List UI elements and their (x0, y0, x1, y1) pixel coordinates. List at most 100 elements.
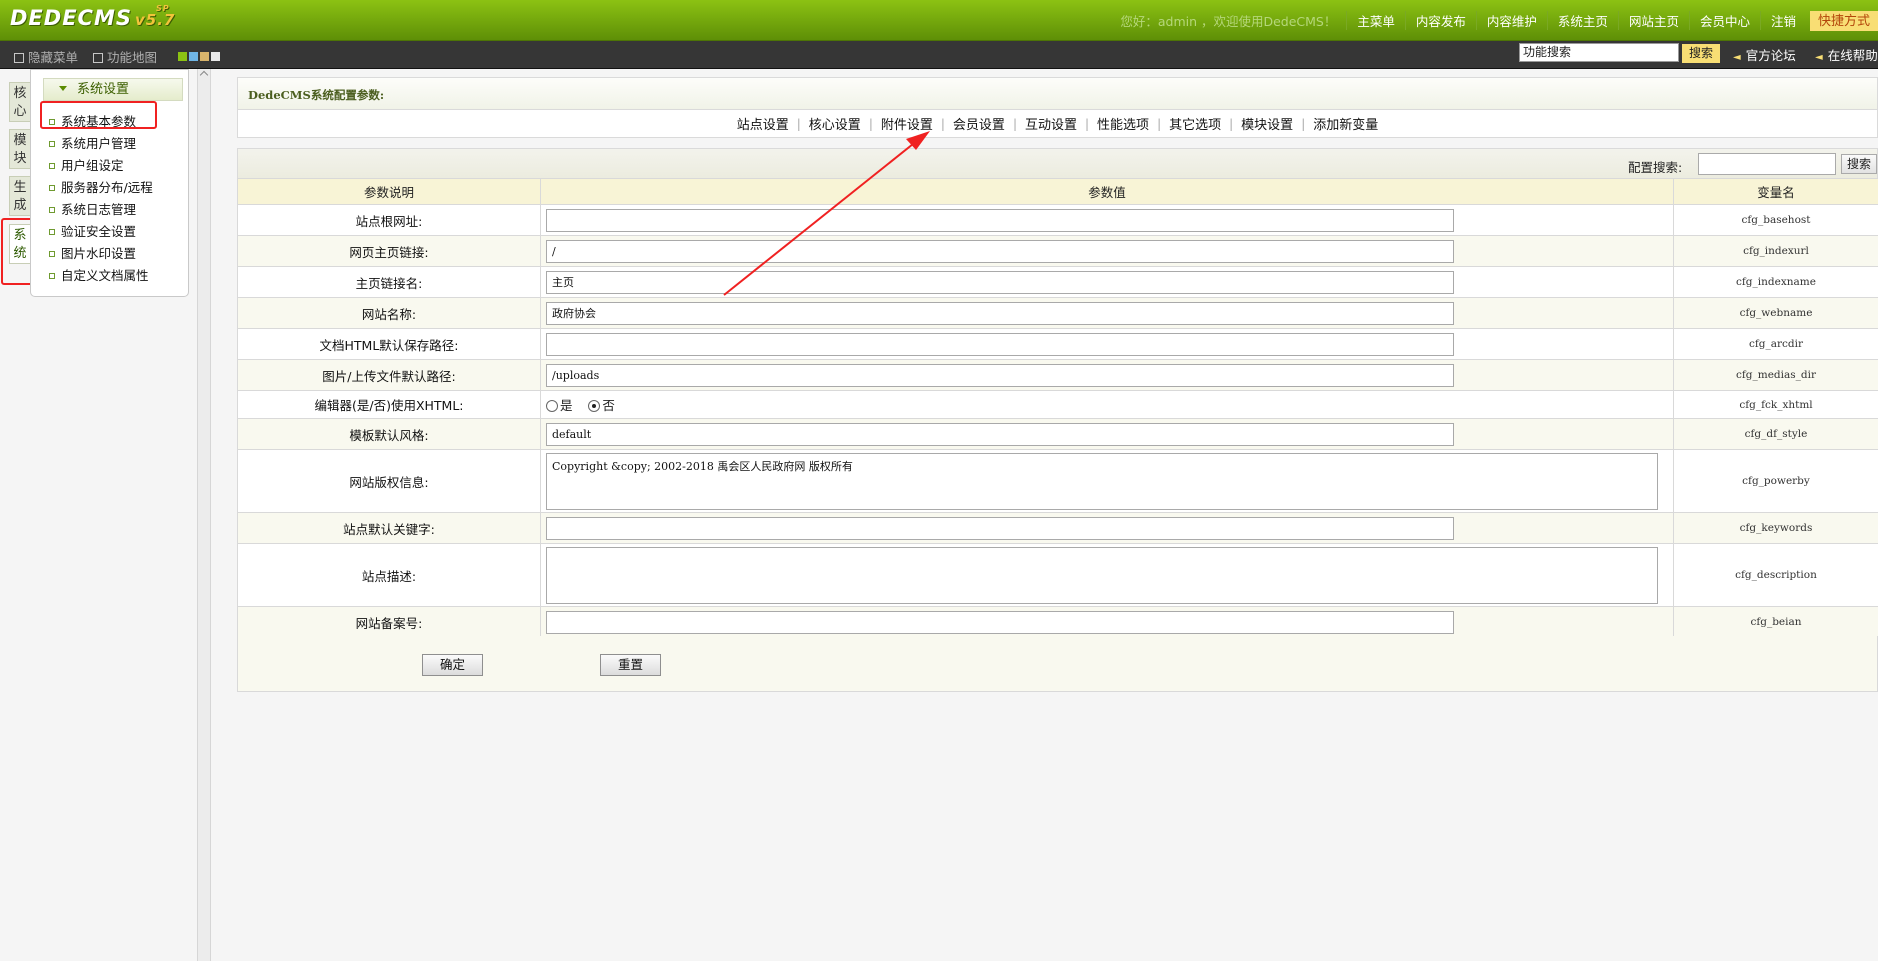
table-row: 站点根网址: cfg_basehost (237, 204, 1878, 236)
param-input[interactable]: default (546, 422, 1454, 446)
column-header: 参数说明 (237, 178, 541, 205)
forum-link[interactable]: ◄ 官方论坛 (1733, 45, 1796, 64)
param-value-cell: Copyright &copy; 2002-2018 禹会区人民政府网 版权所有 (540, 449, 1674, 513)
param-label: 站点根网址: (237, 204, 541, 236)
param-label: 网页主页链接: (237, 235, 541, 267)
config-search-input[interactable] (1698, 153, 1836, 175)
table-row: 站点默认关键字: cfg_keywords (237, 512, 1878, 544)
panel-icon (14, 53, 24, 63)
param-value-cell: default (540, 418, 1674, 450)
menu-item[interactable]: 服务器分布/远程 (49, 177, 153, 196)
tab-add-variable[interactable]: 添加新变量 (1305, 114, 1386, 133)
bullet-icon (49, 229, 55, 235)
bullet-icon (49, 141, 55, 147)
scroll-up-icon (199, 70, 209, 80)
nav-publish[interactable]: 内容发布 (1404, 11, 1476, 30)
param-value-cell (540, 512, 1674, 544)
bullet-icon (49, 163, 55, 169)
skin-blue-swatch[interactable] (189, 52, 198, 61)
column-header: 参数值 (540, 178, 1674, 205)
param-input[interactable] (546, 208, 1454, 232)
annotation-box (40, 101, 157, 129)
function-map-button[interactable]: 功能地图 (93, 47, 157, 66)
param-input[interactable] (546, 610, 1454, 634)
menu-title: 系统设置 (77, 82, 130, 97)
nav-main-menu[interactable]: 主菜单 (1346, 11, 1405, 30)
param-textarea[interactable] (546, 546, 1658, 604)
config-table: 参数说明 参数值 变量名 站点根网址: cfg_basehost 网页主页链接:… (237, 178, 1878, 638)
param-input[interactable]: /uploads (546, 363, 1454, 387)
table-row: 网站名称: 政府协会 cfg_webname (237, 297, 1878, 329)
help-link[interactable]: ◄ 在线帮助 (1815, 45, 1878, 64)
param-input[interactable] (546, 332, 1454, 356)
param-input[interactable]: / (546, 239, 1454, 263)
function-search-input[interactable]: 功能搜索 (1519, 43, 1679, 62)
param-label: 主页链接名: (237, 266, 541, 298)
param-var: cfg_arcdir (1673, 328, 1878, 360)
menu-header[interactable]: 系统设置 (43, 78, 183, 101)
param-var: cfg_df_style (1673, 418, 1878, 450)
reset-button[interactable]: 重置 (600, 654, 661, 676)
menu-item[interactable]: 验证安全设置 (49, 221, 136, 240)
tab-other[interactable]: 其它选项 (1161, 114, 1229, 133)
table-row: 文档HTML默认保存路径: cfg_arcdir (237, 328, 1878, 360)
param-var: cfg_medias_dir (1673, 359, 1878, 391)
nav-member-center[interactable]: 会员中心 (1688, 11, 1760, 30)
forum-label: 官方论坛 (1745, 48, 1796, 63)
top-header: DEDECMS v5.7 SP 您好：admin ，欢迎使用DedeCMS！ 主菜单… (0, 0, 1878, 41)
param-label: 模板默认风格: (237, 418, 541, 450)
menu-item[interactable]: 系统日志管理 (49, 199, 136, 218)
tab-core[interactable]: 核心设置 (801, 114, 869, 133)
tab-member[interactable]: 会员设置 (945, 114, 1013, 133)
tab-site[interactable]: 站点设置 (729, 114, 797, 133)
nav-system-home[interactable]: 系统主页 (1546, 11, 1618, 30)
param-var: cfg_basehost (1673, 204, 1878, 236)
radio-yes[interactable] (546, 400, 558, 412)
table-row: 站点描述: cfg_description (237, 543, 1878, 607)
nav-logout[interactable]: 注销 (1759, 11, 1806, 30)
hide-menu-button[interactable]: 隐藏菜单 (14, 47, 78, 66)
tab-attachment[interactable]: 附件设置 (873, 114, 941, 133)
skin-tan-swatch[interactable] (200, 52, 209, 61)
hide-menu-label: 隐藏菜单 (28, 50, 79, 65)
vtab-module[interactable]: 模块 (9, 129, 31, 169)
confirm-button[interactable]: 确定 (422, 654, 483, 676)
param-value-cell: /uploads (540, 359, 1674, 391)
param-value-cell: 主页 (540, 266, 1674, 298)
table-row: 网页主页链接: / cfg_indexurl (237, 235, 1878, 267)
function-map-label: 功能地图 (107, 50, 158, 65)
param-textarea[interactable]: Copyright &copy; 2002-2018 禹会区人民政府网 版权所有 (546, 452, 1658, 510)
tab-module[interactable]: 模块设置 (1233, 114, 1301, 133)
menu-item[interactable]: 系统用户管理 (49, 133, 136, 152)
config-search-button[interactable]: 搜索 (1841, 154, 1877, 174)
tab-interaction[interactable]: 互动设置 (1017, 114, 1085, 133)
param-value-cell (540, 328, 1674, 360)
nav-site-home[interactable]: 网站主页 (1617, 11, 1689, 30)
menu-item[interactable]: 自定义文档属性 (49, 265, 149, 284)
param-label: 编辑器(是/否)使用XHTML: (237, 390, 541, 419)
tab-performance[interactable]: 性能选项 (1089, 114, 1157, 133)
vtab-core[interactable]: 核心 (9, 82, 31, 122)
menu-scrollbar[interactable] (197, 69, 211, 961)
table-row: 网站版权信息: Copyright &copy; 2002-2018 禹会区人民… (237, 449, 1878, 513)
vtab-generate[interactable]: 生成 (9, 176, 31, 216)
menu-item[interactable]: 用户组设定 (49, 155, 124, 174)
param-label: 图片/上传文件默认路径: (237, 359, 541, 391)
param-input[interactable] (546, 516, 1454, 540)
menu-item[interactable]: 图片水印设置 (49, 243, 136, 262)
welcome-text: 您好：admin ，欢迎使用DedeCMS！ (1120, 14, 1337, 29)
param-var: cfg_indexname (1673, 266, 1878, 298)
table-row: 主页链接名: 主页 cfg_indexname (237, 266, 1878, 298)
config-search-label: 配置搜索: (1628, 160, 1683, 175)
bullet-icon (49, 185, 55, 191)
nav-maintain[interactable]: 内容维护 (1475, 11, 1547, 30)
param-input[interactable]: 主页 (546, 270, 1454, 294)
param-input[interactable]: 政府协会 (546, 301, 1454, 325)
param-var: cfg_description (1673, 543, 1878, 607)
skin-green-swatch[interactable] (178, 52, 187, 61)
function-search-button[interactable]: 搜索 (1682, 44, 1720, 63)
skin-gray-swatch[interactable] (211, 52, 220, 61)
radio-no[interactable] (588, 400, 601, 412)
quick-access-button[interactable]: 快捷方式 (1809, 10, 1878, 31)
table-row: 编辑器(是/否)使用XHTML: 是 否 cfg_fck_xhtml (237, 390, 1878, 419)
